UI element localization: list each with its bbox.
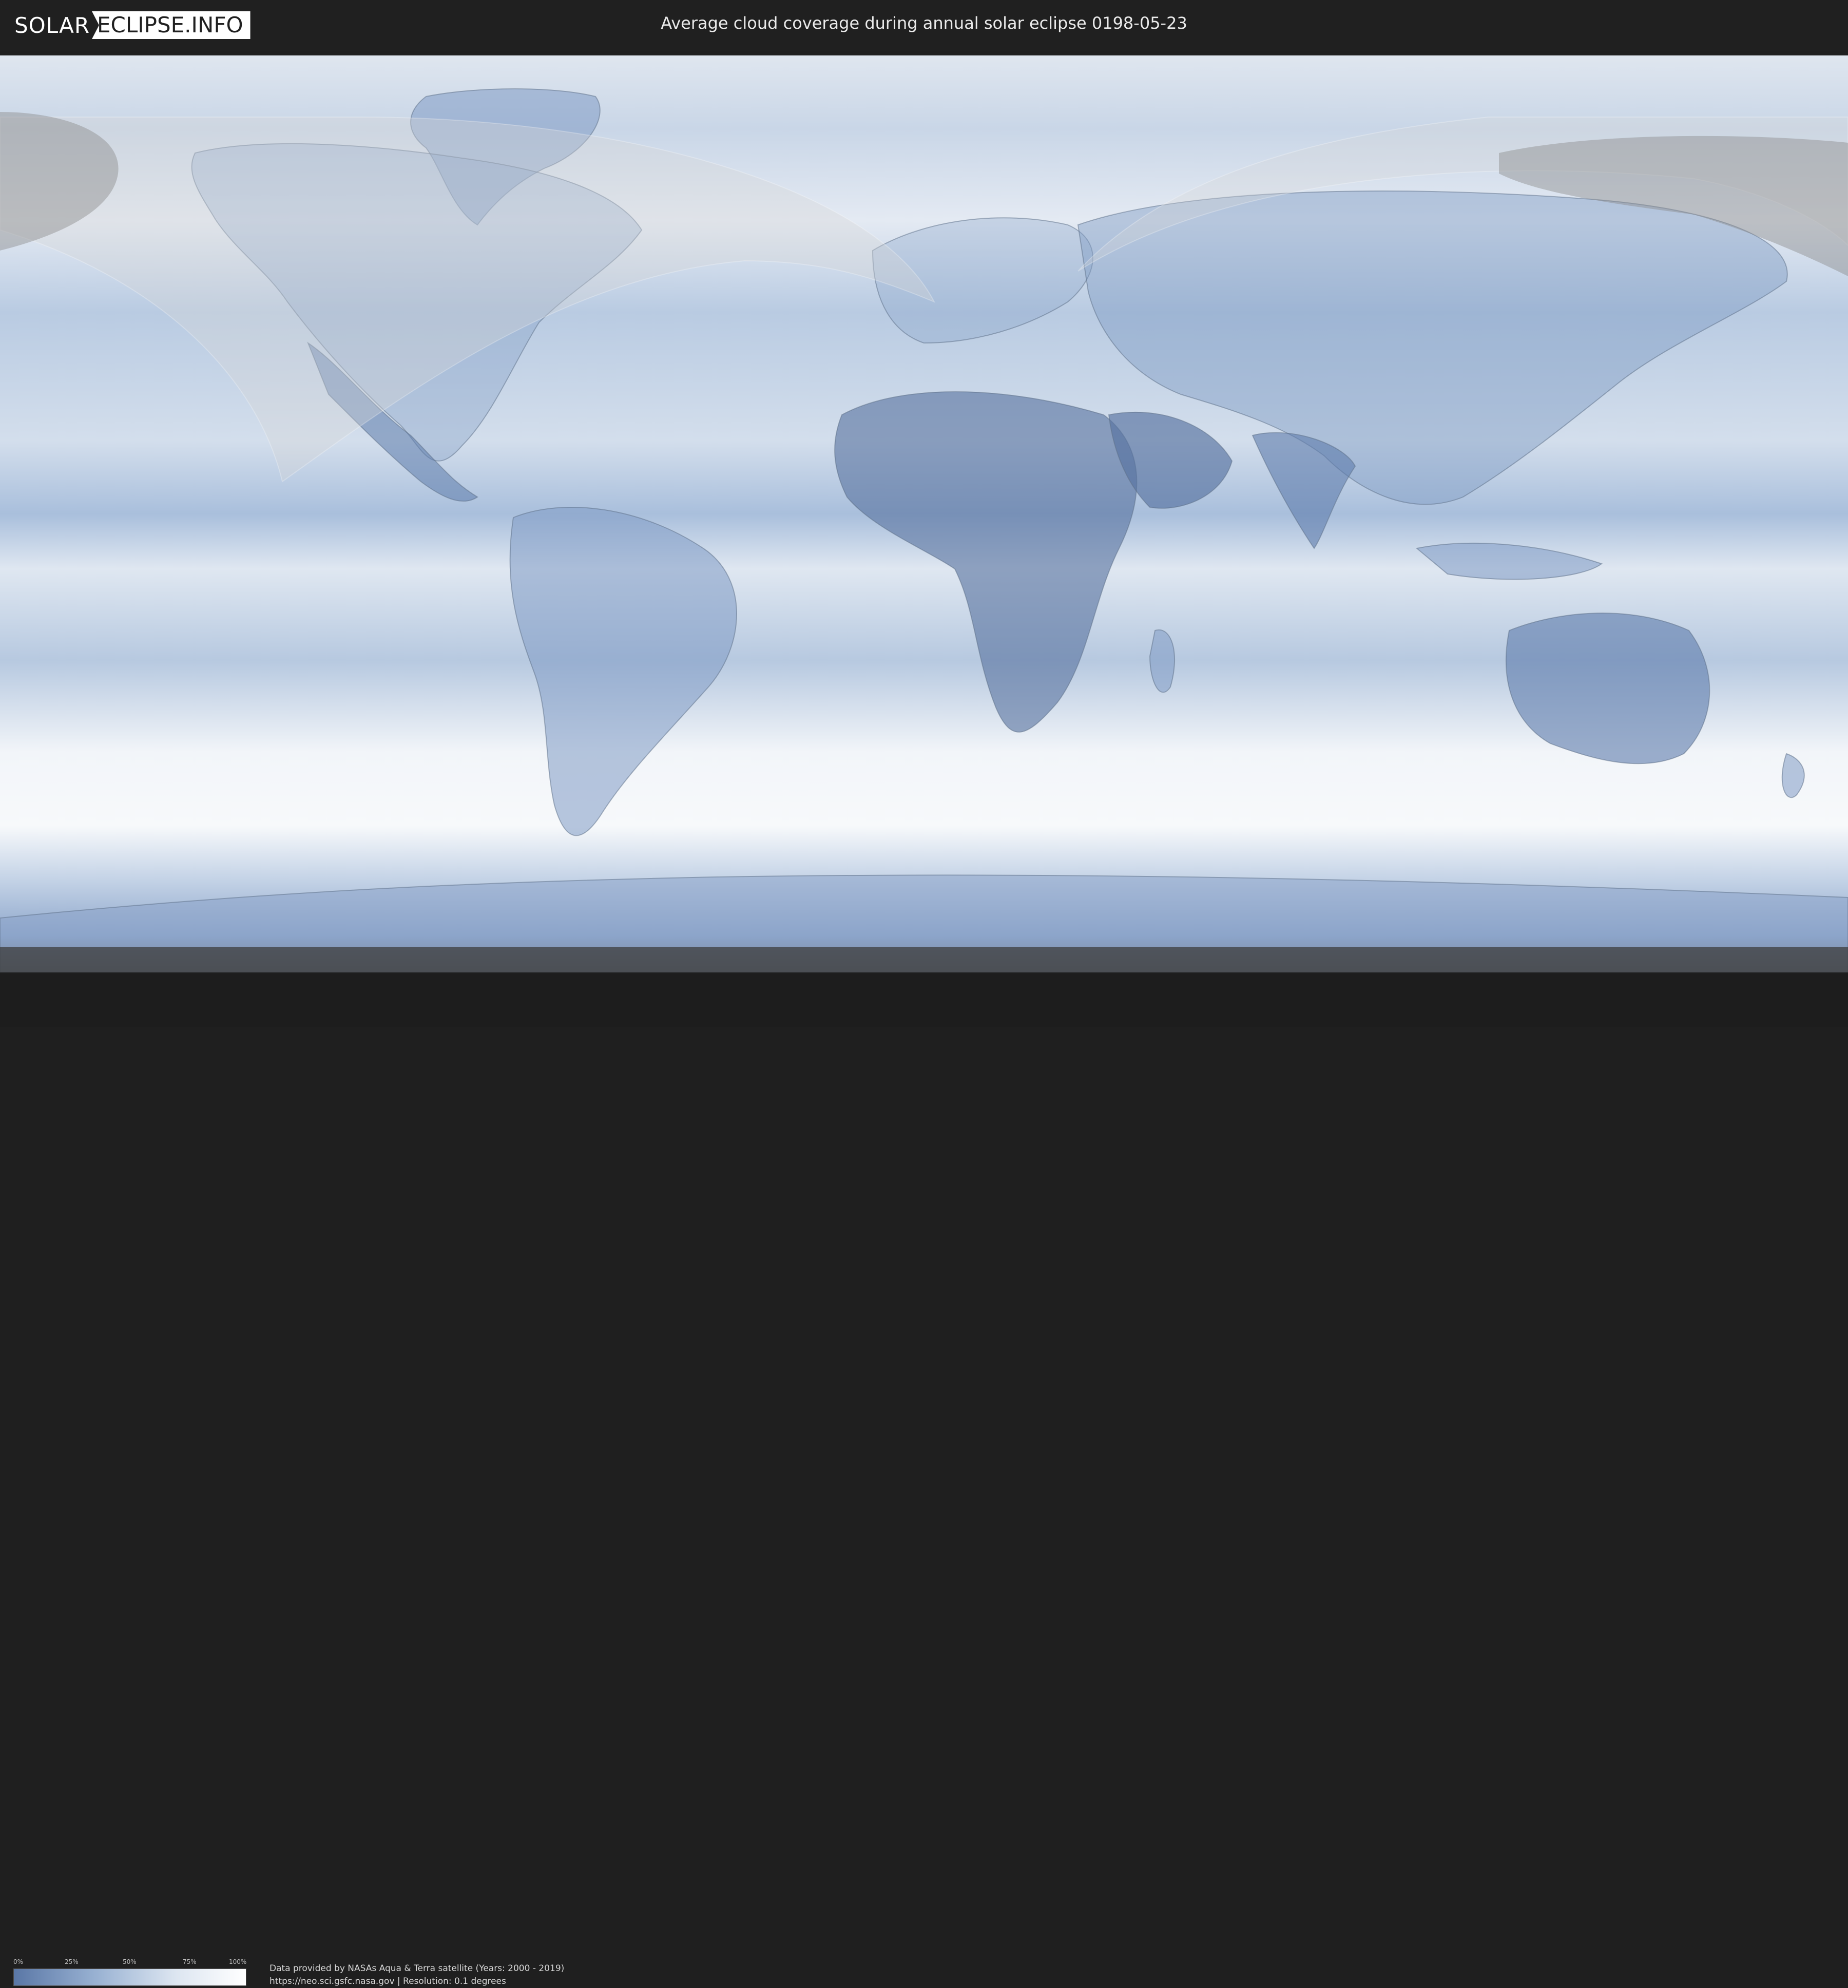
data-credits: Data provided by NASAs Aqua & Terra sate…	[270, 1962, 564, 1988]
legend-tick-75: 75%	[183, 1958, 197, 1965]
page-title: Average cloud coverage during annual sol…	[661, 13, 1187, 33]
map-bottom-shadow	[0, 947, 1848, 972]
legend-tick-25: 25%	[65, 1958, 79, 1965]
footer-bar: 0% 25% 50% 75% 100% Data provided by NAS…	[0, 973, 1848, 1986]
legend-tick-50: 50%	[123, 1958, 137, 1965]
cloud-legend: 0% 25% 50% 75% 100%	[13, 1958, 246, 1986]
legend-tick-100: 100%	[229, 1958, 247, 1965]
credit-line-1: Data provided by NASAs Aqua & Terra sate…	[270, 1963, 565, 1974]
legend-ticks: 0% 25% 50% 75% 100%	[13, 1958, 246, 1968]
legend-tick-0: 0%	[13, 1958, 24, 1965]
header-bar: SOLAR ECLIPSE.INFO Average cloud coverag…	[0, 0, 1848, 51]
credit-line-2[interactable]: https://neo.sci.gsfc.nasa.gov | Resoluti…	[270, 1975, 564, 1988]
cloud-coverage-map	[0, 55, 1848, 972]
legend-color-bar	[13, 1968, 246, 1986]
